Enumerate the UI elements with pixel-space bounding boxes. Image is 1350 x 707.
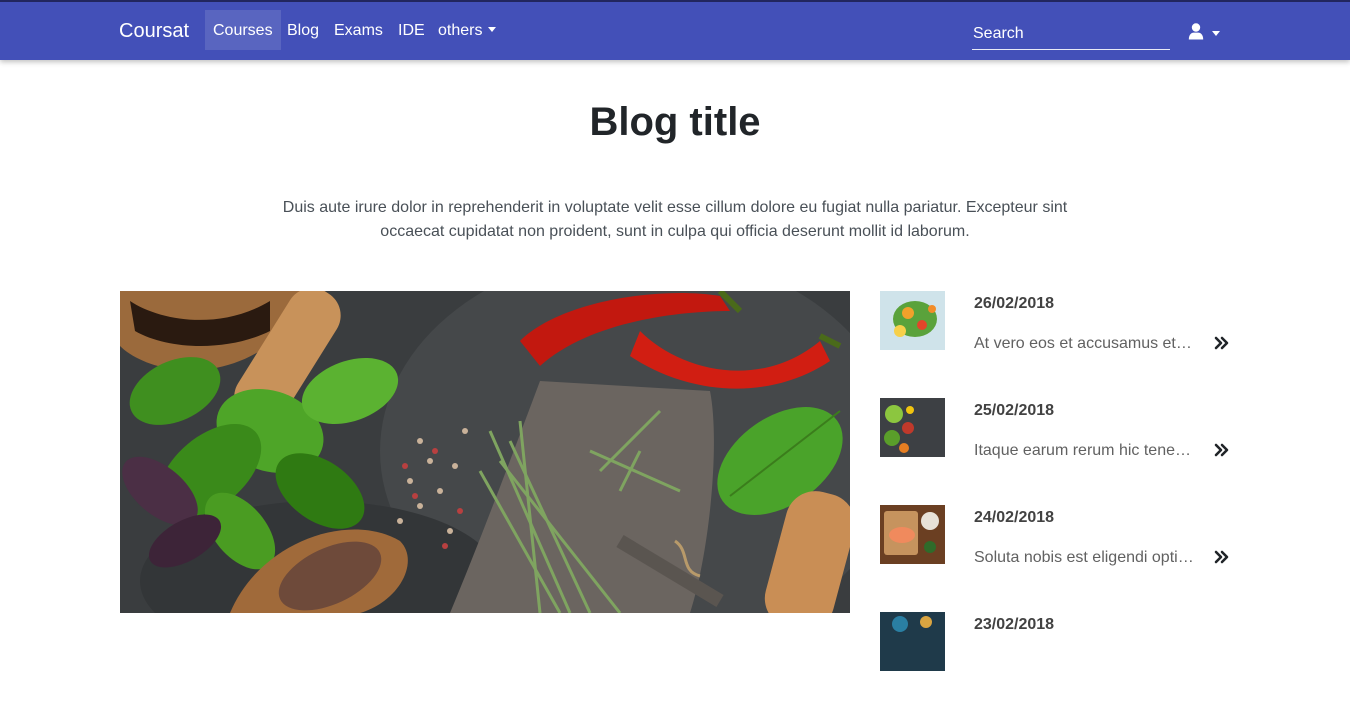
vegetables-image <box>880 398 945 457</box>
recent-post-item[interactable]: 25/02/2018 Itaque earum rerum hic tenetu… <box>880 398 1230 493</box>
caret-down-icon <box>1212 31 1220 36</box>
recent-post-item[interactable]: 26/02/2018 At vero eos et accusamus et i… <box>880 291 1230 386</box>
herbs-and-spices-image <box>120 291 850 613</box>
post-date: 24/02/2018 <box>974 509 1055 526</box>
post-thumbnail <box>880 505 945 564</box>
user-menu-dropdown[interactable] <box>1185 20 1227 46</box>
nav-item-others-dropdown[interactable]: others <box>430 10 504 50</box>
post-excerpt: Soluta nobis est eligendi optio cumque n… <box>974 549 1194 566</box>
post-thumbnail <box>880 291 945 350</box>
user-icon <box>1188 23 1204 40</box>
recent-post-item[interactable]: 24/02/2018 Soluta nobis est eligendi opt… <box>880 505 1230 600</box>
double-chevron-right-icon[interactable] <box>1214 443 1230 457</box>
brand-logo[interactable]: Coursat <box>119 20 189 43</box>
double-chevron-right-icon[interactable] <box>1214 336 1230 350</box>
nav-item-courses[interactable]: Courses <box>205 10 281 50</box>
post-date: 23/02/2018 <box>974 616 1055 633</box>
search-input[interactable] <box>972 18 1170 50</box>
recent-post-item[interactable]: 23/02/2018 <box>880 612 1230 707</box>
page-lead-text: Duis aute irure dolor in reprehenderit i… <box>282 199 1068 240</box>
caret-down-icon <box>488 26 497 32</box>
nav-item-ide[interactable]: IDE <box>390 10 433 50</box>
double-chevron-right-icon[interactable] <box>1214 550 1230 564</box>
top-navbar: Coursat Courses Blog Exams IDE others <box>0 0 1350 60</box>
post-thumbnail <box>880 612 945 671</box>
nav-item-others-label: others <box>438 22 483 39</box>
salad-image <box>880 291 945 350</box>
hero-image <box>120 291 850 613</box>
dish-image <box>880 612 945 671</box>
post-excerpt: Itaque earum rerum hic tenetur a sapient… <box>974 442 1194 459</box>
nav-item-exams[interactable]: Exams <box>326 10 391 50</box>
nav-item-blog[interactable]: Blog <box>279 10 327 50</box>
fish-image <box>880 505 945 564</box>
page-title: Blog title <box>589 100 761 144</box>
post-excerpt: At vero eos et accusamus et iusto odio d… <box>974 335 1194 352</box>
post-date: 25/02/2018 <box>974 402 1055 419</box>
post-thumbnail <box>880 398 945 457</box>
post-date: 26/02/2018 <box>974 295 1055 312</box>
